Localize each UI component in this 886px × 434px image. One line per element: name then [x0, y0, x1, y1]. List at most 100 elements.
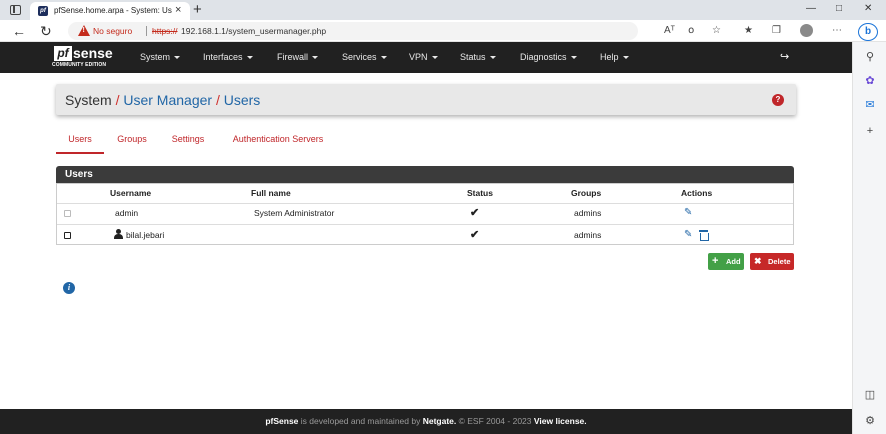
- fullname-cell: System Administrator: [254, 208, 335, 218]
- pfsense-logo[interactable]: pf sense COMMUNITY EDITION: [52, 45, 122, 70]
- url-text: 192.168.1.1/system_usermanager.php: [181, 26, 327, 36]
- column-header-status[interactable]: Status: [467, 188, 493, 199]
- column-header-username[interactable]: Username: [110, 188, 151, 199]
- add-button-label: Add: [726, 257, 741, 266]
- pfsense-favicon-icon: pf: [38, 6, 48, 16]
- groups-cell: admins: [574, 208, 602, 218]
- edit-pencil-icon[interactable]: ✎: [684, 207, 692, 219]
- add-button[interactable]: + Add: [708, 253, 744, 270]
- more-options-icon[interactable]: ⋯: [832, 24, 842, 38]
- close-window-icon[interactable]: ✕: [864, 2, 872, 16]
- favorites-list-icon[interactable]: ★: [744, 24, 753, 38]
- settings-gear-icon[interactable]: ⚙: [862, 414, 878, 428]
- header-divider: [57, 203, 793, 204]
- tab-users[interactable]: Users: [56, 128, 104, 154]
- trash-icon[interactable]: [699, 230, 709, 241]
- profile-avatar[interactable]: [800, 24, 813, 37]
- menu-label: Status: [460, 52, 486, 62]
- caret-down-icon: [380, 56, 387, 60]
- groups-cell: admins: [574, 230, 602, 240]
- new-tab-icon[interactable]: +: [193, 1, 202, 18]
- help-icon[interactable]: ?: [772, 94, 784, 106]
- users-table: Username Full name Status Groups Actions…: [56, 183, 794, 245]
- bing-chat-icon[interactable]: b: [858, 23, 878, 41]
- breadcrumb-separator: /: [111, 92, 124, 108]
- browser-tab[interactable]: pf pfSense.home.arpa - System: Usé ×: [30, 2, 190, 20]
- menu-label: System: [140, 52, 171, 62]
- info-icon[interactable]: i: [63, 282, 75, 294]
- page-title: System / User Manager / Users: [65, 92, 260, 108]
- caret-down-icon: [246, 56, 253, 60]
- tab-authentication-servers[interactable]: Authentication Servers: [228, 128, 328, 154]
- breadcrumb-system: System: [65, 92, 112, 108]
- row-divider: [57, 224, 793, 225]
- logo-edition: COMMUNITY EDITION: [52, 62, 107, 68]
- read-aloud-icon[interactable]: Aᵀ: [664, 24, 675, 38]
- logout-icon[interactable]: ↪: [780, 51, 789, 64]
- tab-settings[interactable]: Settings: [166, 128, 210, 154]
- enabled-check-icon: ✔: [470, 229, 480, 241]
- menu-help[interactable]: Help: [600, 52, 629, 63]
- menu-vpn[interactable]: VPN: [409, 52, 438, 63]
- menu-label: Help: [600, 52, 619, 62]
- url-scheme: https://: [152, 26, 178, 36]
- collections-icon[interactable]: ❐: [772, 24, 781, 38]
- edit-pencil-icon[interactable]: ✎: [684, 229, 692, 241]
- edge-sidebar: ⚲ ✿ ✉ + ◫ ⚙: [852, 42, 886, 434]
- hide-sidebar-icon[interactable]: ◫: [862, 388, 878, 402]
- footer-text-1: is developed and maintained by: [298, 416, 423, 426]
- row-checkbox[interactable]: [64, 232, 71, 239]
- netgate-link[interactable]: Netgate.: [423, 416, 457, 426]
- browser-titlebar: pf pfSense.home.arpa - System: Usé × + —…: [0, 0, 886, 20]
- menu-firewall[interactable]: Firewall: [277, 52, 319, 63]
- tab-title: pfSense.home.arpa - System: Usé: [54, 6, 172, 15]
- translate-icon[interactable]: ໐: [688, 24, 694, 38]
- url-bar[interactable]: No seguro https:// 192.168.1.1/system_us…: [68, 22, 638, 40]
- caret-down-icon: [570, 56, 577, 60]
- panel-title: Users: [65, 169, 93, 180]
- logo-pf: pf: [54, 46, 72, 61]
- menu-label: Firewall: [277, 52, 309, 62]
- menu-label: Interfaces: [203, 52, 243, 62]
- favorite-icon[interactable]: ☆: [712, 24, 721, 38]
- footer: pfSense is developed and maintained by N…: [0, 409, 852, 434]
- menu-label: VPN: [409, 52, 428, 62]
- refresh-icon[interactable]: ↻: [40, 23, 52, 39]
- minimize-icon[interactable]: —: [806, 2, 816, 16]
- warning-icon[interactable]: [78, 25, 90, 36]
- view-license-link[interactable]: View license.: [534, 416, 587, 426]
- menu-interfaces[interactable]: Interfaces: [203, 52, 253, 63]
- caret-down-icon: [312, 56, 319, 60]
- breadcrumb-user-manager[interactable]: User Manager: [123, 92, 212, 108]
- menu-services[interactable]: Services: [342, 52, 387, 63]
- column-header-fullname[interactable]: Full name: [251, 188, 291, 199]
- menu-status[interactable]: Status: [460, 52, 496, 63]
- footer-brand: pfSense: [265, 416, 299, 426]
- menu-system[interactable]: System: [140, 52, 181, 63]
- address-bar-row: ← ↻ No seguro https:// 192.168.1.1/syste…: [0, 20, 886, 42]
- add-sidebar-icon[interactable]: +: [862, 124, 878, 138]
- row-checkbox[interactable]: [64, 210, 71, 217]
- caret-down-icon: [489, 56, 496, 60]
- delete-button[interactable]: ✖ Delete: [750, 253, 794, 270]
- breadcrumb-separator: /: [212, 92, 224, 108]
- caret-down-icon: [622, 56, 629, 60]
- tab-actions-icon[interactable]: [10, 5, 21, 15]
- menu-diagnostics[interactable]: Diagnostics: [520, 52, 577, 63]
- back-icon[interactable]: ←: [12, 23, 26, 39]
- tab-close-icon[interactable]: ×: [175, 4, 181, 17]
- enabled-check-icon: ✔: [470, 207, 480, 219]
- username-cell: bilal.jebari: [126, 230, 165, 240]
- search-icon[interactable]: ⚲: [862, 50, 878, 64]
- breadcrumb-users[interactable]: Users: [224, 92, 261, 108]
- outlook-icon[interactable]: ✉: [862, 98, 878, 112]
- maximize-icon[interactable]: □: [836, 2, 842, 16]
- shopping-icon[interactable]: ✿: [862, 74, 878, 88]
- tab-groups[interactable]: Groups: [112, 128, 152, 154]
- security-label[interactable]: No seguro: [93, 25, 132, 37]
- footer-text-2: © ESF 2004 - 2023: [456, 416, 534, 426]
- column-header-groups[interactable]: Groups: [571, 188, 601, 199]
- url-divider: [146, 26, 147, 36]
- plus-icon: +: [712, 255, 719, 267]
- logo-sense: sense: [73, 45, 113, 61]
